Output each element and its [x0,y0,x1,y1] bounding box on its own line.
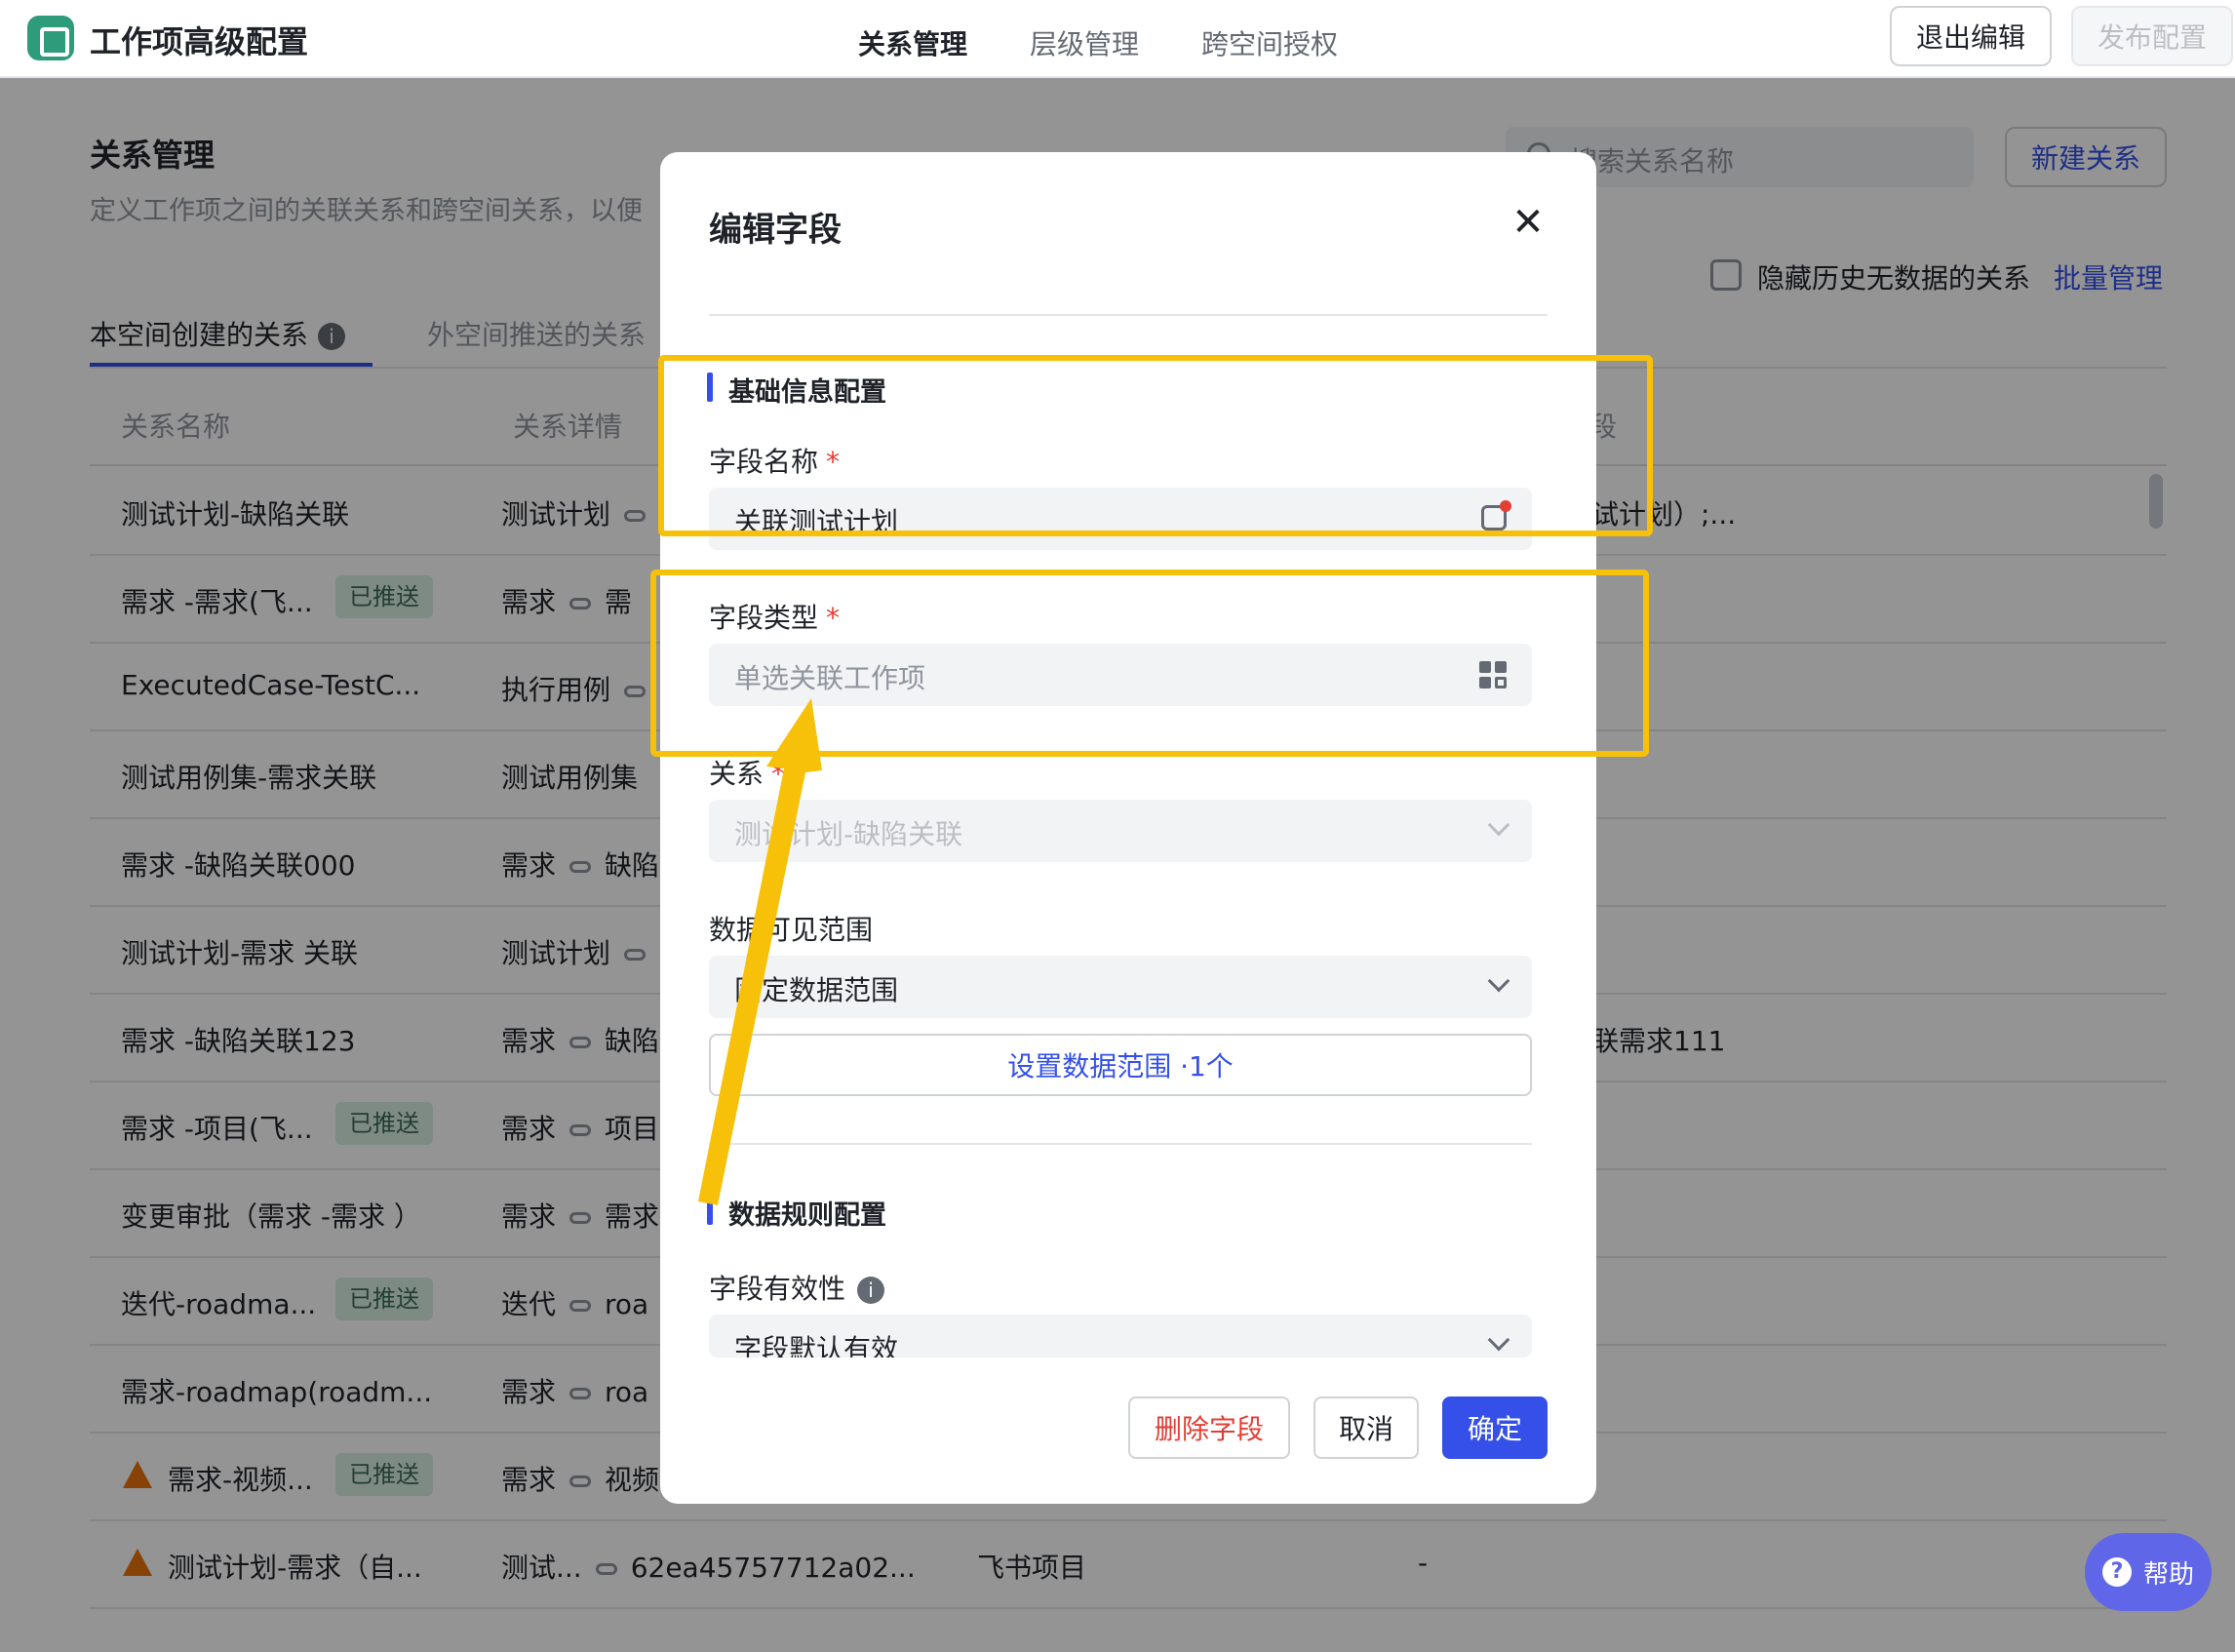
help-button[interactable]: ? 帮助 [2085,1533,2212,1611]
relation-value: 测试计划-缺陷关联 [734,818,963,850]
scope-value: 固定数据范围 [734,974,899,1006]
exit-edit-button[interactable]: 退出编辑 [1890,6,2052,66]
chevron-down-icon [1487,813,1510,837]
tab-relation-management[interactable]: 关系管理 [858,23,967,62]
help-icon: ? [2101,1557,2132,1587]
required-mark: * [771,758,786,790]
help-label: 帮助 [2142,1559,2194,1590]
close-icon[interactable]: ✕ [1509,203,1548,242]
app-title: 工作项高级配置 [90,23,309,60]
section-rules-label: 数据规则配置 [728,1200,886,1231]
validity-label: 字段有效性 i [709,1268,885,1307]
publish-config-button[interactable]: 发布配置 [2071,6,2233,66]
relation-label: 关系 * [709,753,785,792]
chevron-down-icon [1487,1328,1510,1352]
relation-label-text: 关系 [709,758,765,790]
top-bar: 工作项高级配置 关系管理 层级管理 跨空间授权 退出编辑 发布配置 [0,0,2235,78]
highlight-box-type [650,570,1649,757]
tab-hierarchy-management[interactable]: 层级管理 [1030,23,1139,62]
top-tabs: 关系管理 层级管理 跨空间授权 [858,23,1338,62]
dialog-title: 编辑字段 [709,211,842,250]
section-divider [709,1143,1532,1145]
app-logo-icon [27,16,74,60]
validity-value: 字段默认有效 [734,1333,899,1357]
scope-label: 数据可见范围 [709,914,874,946]
highlight-box-basic [658,355,1653,536]
info-icon: i [857,1277,885,1304]
set-data-range-button[interactable]: 设置数据范围 ·1个 [709,1034,1532,1096]
delete-field-button[interactable]: 删除字段 [1128,1396,1290,1459]
dialog-divider [709,314,1548,316]
chevron-down-icon [1487,969,1510,993]
validity-label-text: 字段有效性 [709,1273,846,1305]
cancel-button[interactable]: 取消 [1314,1396,1419,1459]
relation-select[interactable]: 测试计划-缺陷关联 [709,800,1532,862]
validity-select[interactable]: 字段默认有效 [709,1315,1532,1357]
confirm-button[interactable]: 确定 [1442,1396,1548,1459]
tab-cross-space-auth[interactable]: 跨空间授权 [1201,23,1338,62]
scope-select[interactable]: 固定数据范围 [709,956,1532,1018]
section-data-rules: 数据规则配置 [707,1194,886,1232]
